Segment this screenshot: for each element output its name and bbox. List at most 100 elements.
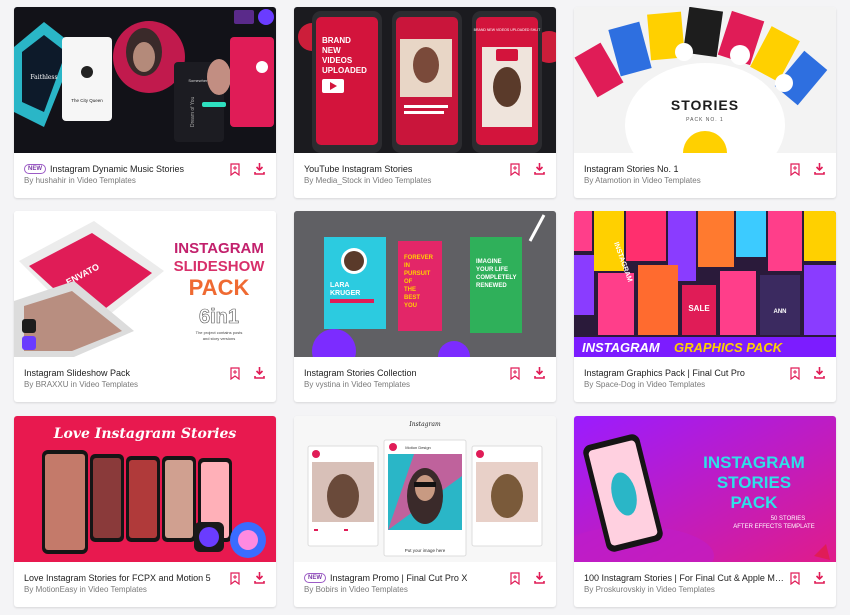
template-card[interactable]: Instagram Motion Design Put your image h… bbox=[294, 416, 556, 607]
category-link[interactable]: Video Templates bbox=[656, 585, 715, 594]
card-byline: By Bobirs in Video Templates bbox=[304, 585, 408, 594]
bookmark-add-icon[interactable] bbox=[788, 570, 802, 586]
download-icon[interactable] bbox=[252, 161, 266, 177]
in-label: in bbox=[68, 176, 75, 185]
card-thumbnail[interactable]: Love Instagram Stories bbox=[14, 416, 276, 562]
download-icon[interactable] bbox=[252, 365, 266, 381]
by-label: By bbox=[304, 176, 314, 185]
by-label: By bbox=[24, 176, 34, 185]
category-link[interactable]: Video Templates bbox=[646, 380, 705, 389]
card-title-row[interactable]: NEW Instagram Promo | Final Cut Pro X bbox=[304, 571, 504, 585]
card-title[interactable]: YouTube Instagram Stories bbox=[304, 164, 412, 174]
template-card[interactable]: STORIES PACK NO. 1 Instagram Stories No.… bbox=[574, 7, 836, 198]
svg-text:Dream of You: Dream of You bbox=[190, 96, 196, 127]
category-link[interactable]: Video Templates bbox=[349, 585, 408, 594]
card-title-row[interactable]: NEW Instagram Dynamic Music Stories bbox=[24, 162, 224, 176]
card-thumbnail[interactable]: LARA KRUGER FOREVER IN PURSUIT OF THE BE… bbox=[294, 211, 556, 357]
card-byline: By Proskurovskiy in Video Templates bbox=[584, 585, 715, 594]
card-thumbnail[interactable]: Faithless The City Queen Somewhere Dream… bbox=[14, 7, 276, 153]
card-meta: Instagram Stories No. 1 By Atamotion in … bbox=[574, 153, 836, 198]
download-icon[interactable] bbox=[532, 161, 546, 177]
author-link[interactable]: Atamotion bbox=[595, 176, 631, 185]
card-title[interactable]: Instagram Stories Collection bbox=[304, 368, 417, 378]
svg-text:PURSUIT: PURSUIT bbox=[404, 271, 431, 277]
svg-text:INSTAGRAM: INSTAGRAM bbox=[582, 340, 661, 355]
card-thumbnail[interactable]: INSTAGRAM ANN SALE INSTAGRAM GRAPHICS PA… bbox=[574, 211, 836, 357]
template-card[interactable]: INSTAGRAM STORIES PACK 50 STORIES AFTER … bbox=[574, 416, 836, 607]
category-link[interactable]: Video Templates bbox=[642, 176, 701, 185]
card-thumbnail[interactable]: STORIES PACK NO. 1 bbox=[574, 7, 836, 153]
in-label: in bbox=[364, 176, 371, 185]
card-title[interactable]: Instagram Stories No. 1 bbox=[584, 164, 679, 174]
card-title-row[interactable]: 100 Instagram Stories | For Final Cut & … bbox=[584, 571, 784, 585]
bookmark-add-icon[interactable] bbox=[788, 161, 802, 177]
bookmark-add-icon[interactable] bbox=[508, 365, 522, 381]
template-card[interactable]: INSTAGRAM ANN SALE INSTAGRAM GRAPHICS PA… bbox=[574, 211, 836, 402]
card-title-row[interactable]: Instagram Slideshow Pack bbox=[24, 366, 224, 380]
card-thumbnail[interactable]: ENVATO INSTAGRAM SLIDESHOW PACK 6in1 The… bbox=[14, 211, 276, 357]
card-thumbnail[interactable]: Instagram Motion Design Put your image h… bbox=[294, 416, 556, 562]
svg-text:UPLOADED: UPLOADED bbox=[322, 66, 367, 75]
bookmark-add-icon[interactable] bbox=[788, 365, 802, 381]
author-link[interactable]: Space-Dog bbox=[596, 380, 636, 389]
download-icon[interactable] bbox=[812, 365, 826, 381]
download-icon[interactable] bbox=[252, 570, 266, 586]
svg-text:IMAGINE: IMAGINE bbox=[476, 259, 502, 265]
category-link[interactable]: Video Templates bbox=[88, 585, 147, 594]
template-card[interactable]: Love Instagram Stories Love Instagram St… bbox=[14, 416, 276, 607]
card-title[interactable]: Love Instagram Stories for FCPX and Moti… bbox=[24, 573, 211, 583]
card-title-row[interactable]: Instagram Graphics Pack | Final Cut Pro bbox=[584, 366, 784, 380]
card-meta: YouTube Instagram Stories By Media_Stock… bbox=[294, 153, 556, 198]
category-link[interactable]: Video Templates bbox=[79, 380, 138, 389]
bookmark-add-icon[interactable] bbox=[228, 365, 242, 381]
download-icon[interactable] bbox=[812, 161, 826, 177]
template-card[interactable]: ENVATO INSTAGRAM SLIDESHOW PACK 6in1 The… bbox=[14, 211, 276, 402]
by-label: By bbox=[584, 380, 594, 389]
svg-text:6in1: 6in1 bbox=[199, 306, 239, 328]
card-meta: Instagram Stories Collection By vystina … bbox=[294, 357, 556, 402]
card-title[interactable]: Instagram Promo | Final Cut Pro X bbox=[330, 573, 467, 583]
template-card[interactable]: LARA KRUGER FOREVER IN PURSUIT OF THE BE… bbox=[294, 211, 556, 402]
svg-text:VIDEOS: VIDEOS bbox=[322, 56, 353, 65]
category-link[interactable]: Video Templates bbox=[351, 380, 410, 389]
svg-text:COMPLETELY: COMPLETELY bbox=[476, 275, 516, 281]
bookmark-add-icon[interactable] bbox=[228, 570, 242, 586]
card-title[interactable]: Instagram Graphics Pack | Final Cut Pro bbox=[584, 368, 745, 378]
card-title[interactable]: 100 Instagram Stories | For Final Cut & … bbox=[584, 573, 784, 583]
card-byline: By vystina in Video Templates bbox=[304, 380, 410, 389]
svg-text:INSTAGRAM: INSTAGRAM bbox=[174, 240, 264, 257]
bookmark-add-icon[interactable] bbox=[228, 161, 242, 177]
svg-text:STORIES: STORIES bbox=[717, 473, 791, 492]
download-icon[interactable] bbox=[532, 365, 546, 381]
bookmark-add-icon[interactable] bbox=[508, 161, 522, 177]
download-icon[interactable] bbox=[532, 570, 546, 586]
author-link[interactable]: BRAXXU bbox=[36, 380, 69, 389]
in-label: in bbox=[70, 380, 77, 389]
svg-text:Put your image here: Put your image here bbox=[405, 548, 446, 553]
author-link[interactable]: vystina bbox=[316, 380, 341, 389]
author-link[interactable]: Bobirs bbox=[316, 585, 339, 594]
template-card[interactable]: Faithless The City Queen Somewhere Dream… bbox=[14, 7, 276, 198]
svg-text:KRUGER: KRUGER bbox=[330, 290, 360, 297]
svg-text:FOREVER: FOREVER bbox=[404, 255, 434, 261]
category-link[interactable]: Video Templates bbox=[373, 176, 432, 185]
card-title[interactable]: Instagram Dynamic Music Stories bbox=[50, 164, 184, 174]
svg-text:ANN: ANN bbox=[774, 309, 787, 315]
card-thumbnail[interactable]: INSTAGRAM STORIES PACK 50 STORIES AFTER … bbox=[574, 416, 836, 562]
author-link[interactable]: Media_Stock bbox=[316, 176, 362, 185]
author-link[interactable]: MotionEasy bbox=[36, 585, 78, 594]
author-link[interactable]: Proskurovskiy bbox=[596, 585, 646, 594]
card-title-row[interactable]: Instagram Stories No. 1 bbox=[584, 162, 784, 176]
svg-text:PACK NO. 1: PACK NO. 1 bbox=[686, 117, 724, 123]
category-link[interactable]: Video Templates bbox=[77, 176, 136, 185]
card-title-row[interactable]: Instagram Stories Collection bbox=[304, 366, 504, 380]
card-thumbnail[interactable]: BRAND NEW VIDEOS UPLOADED BRAND NEW VIDE… bbox=[294, 7, 556, 153]
bookmark-add-icon[interactable] bbox=[508, 570, 522, 586]
download-icon[interactable] bbox=[812, 570, 826, 586]
author-link[interactable]: hushahir bbox=[36, 176, 67, 185]
card-title[interactable]: Instagram Slideshow Pack bbox=[24, 368, 130, 378]
card-title-row[interactable]: YouTube Instagram Stories bbox=[304, 162, 504, 176]
card-title-row[interactable]: Love Instagram Stories for FCPX and Moti… bbox=[24, 571, 224, 585]
card-byline: By Space-Dog in Video Templates bbox=[584, 380, 705, 389]
template-card[interactable]: BRAND NEW VIDEOS UPLOADED BRAND NEW VIDE… bbox=[294, 7, 556, 198]
